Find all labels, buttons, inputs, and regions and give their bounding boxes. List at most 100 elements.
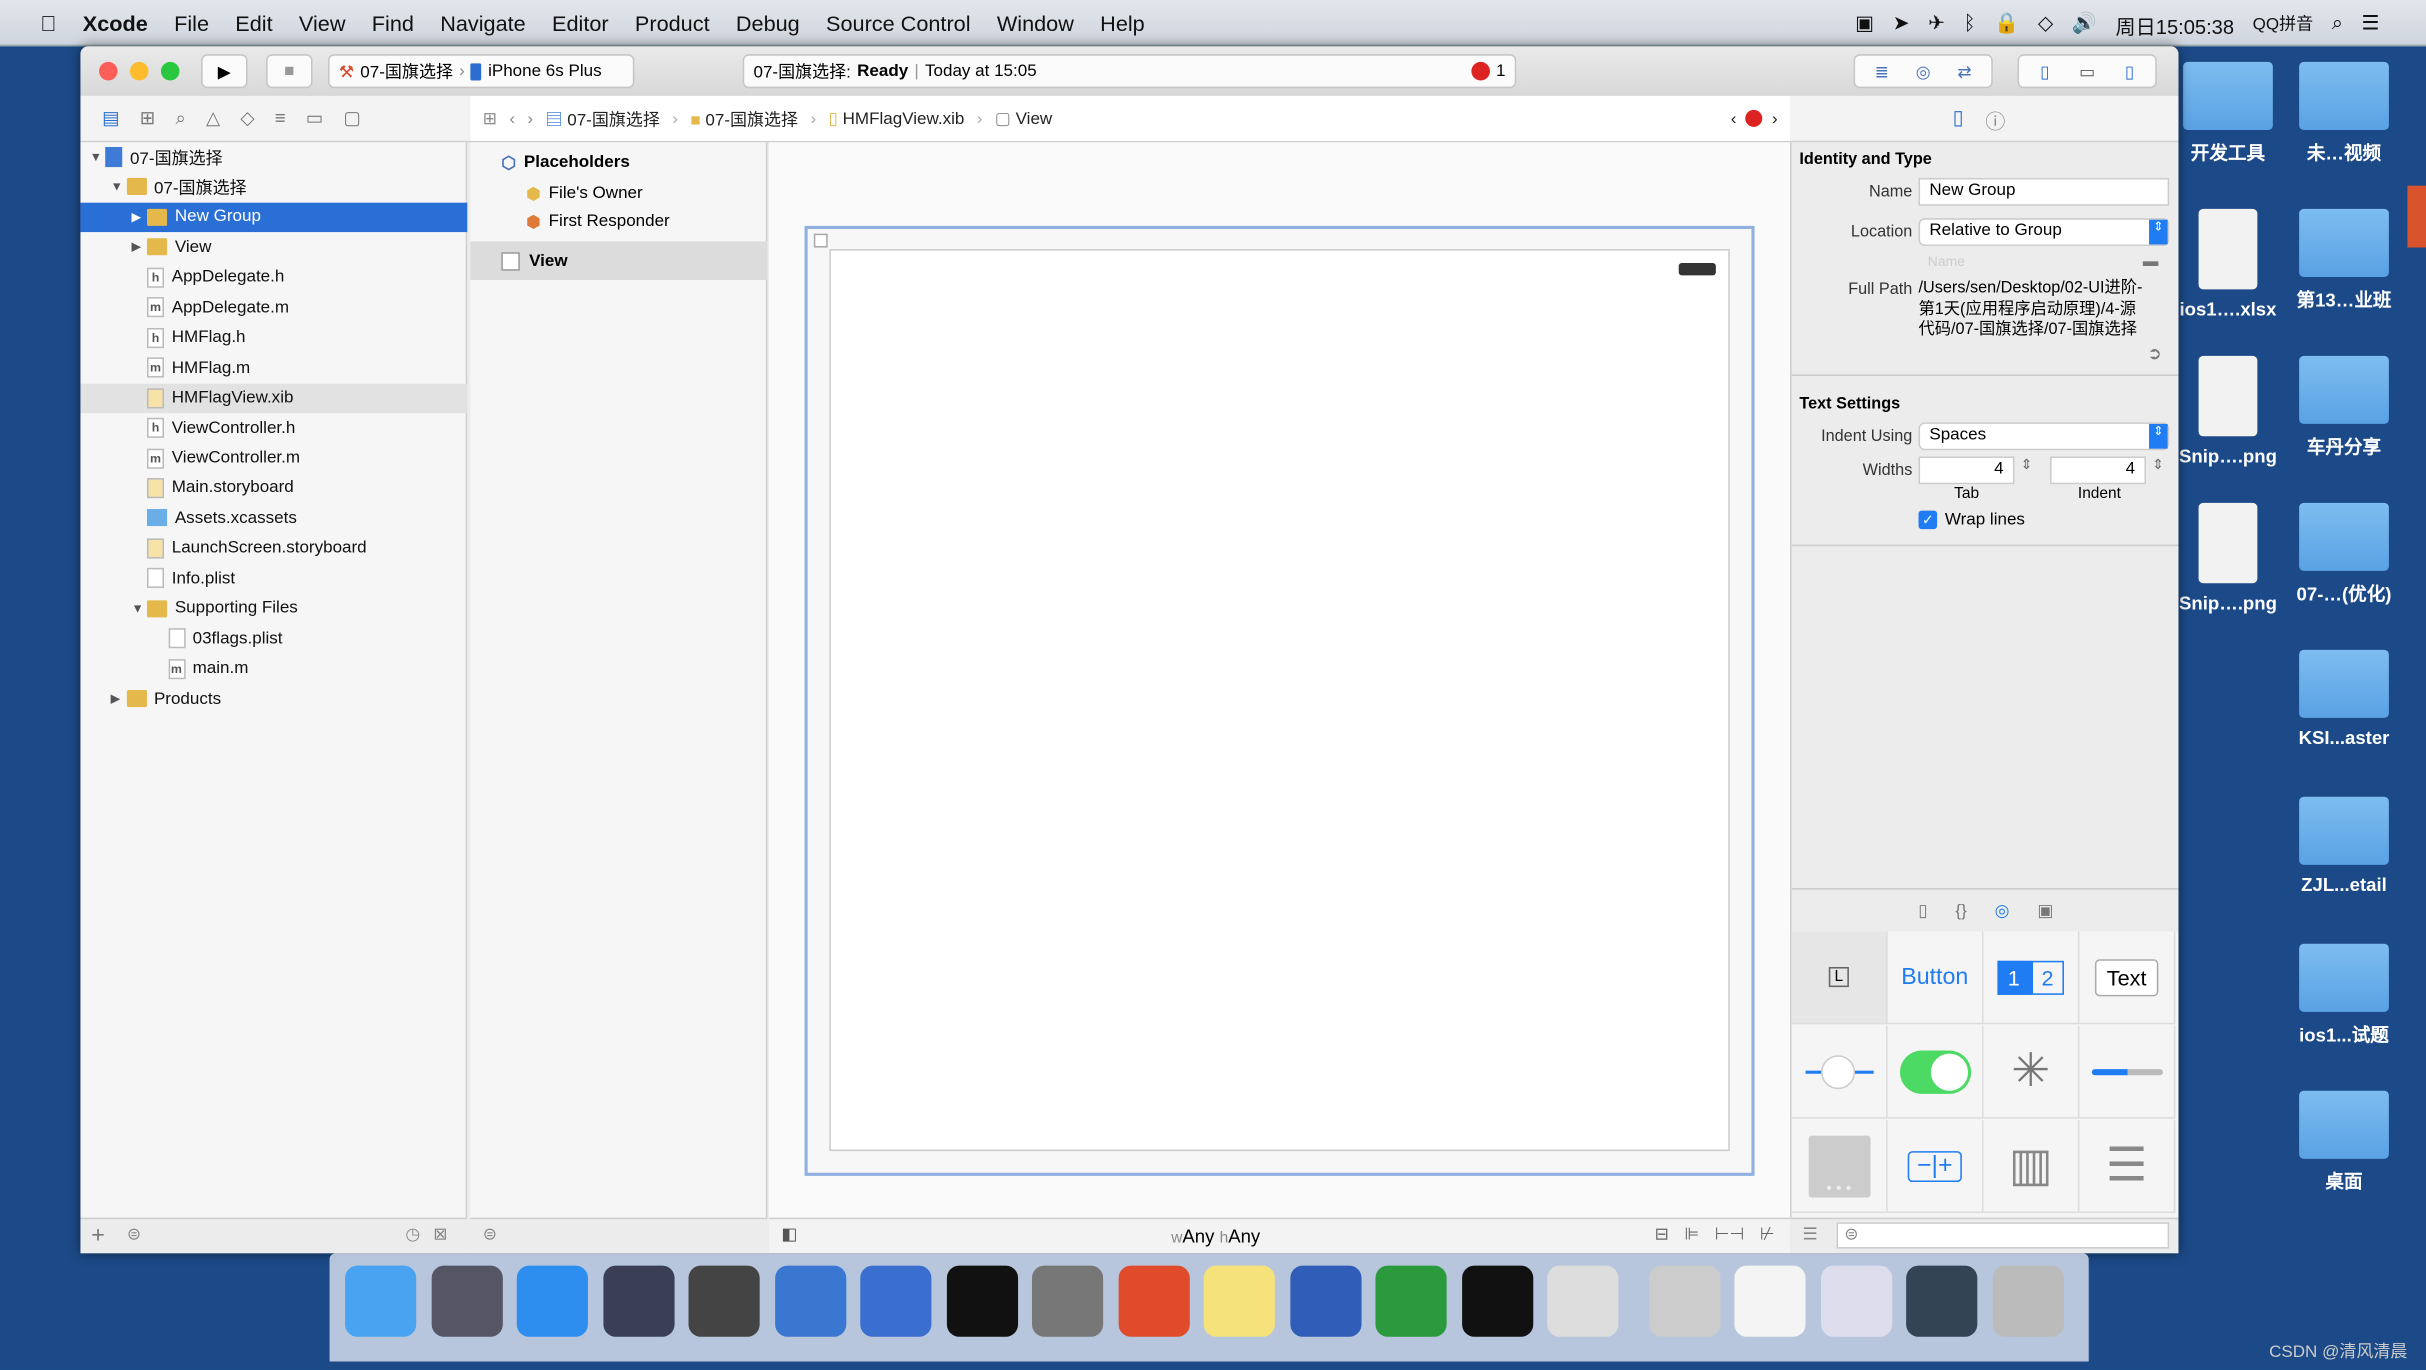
navigator-item[interactable]: 03flags.plist (80, 624, 467, 653)
navigator-item[interactable]: m HMFlag.m (80, 353, 467, 382)
safari-icon[interactable] (516, 1265, 588, 1337)
disclosure-triangle-icon[interactable]: ▶ (132, 240, 147, 254)
view-handle-icon[interactable] (813, 233, 828, 248)
notes-icon[interactable] (1203, 1265, 1275, 1337)
desktop-item[interactable]: Snip….png (2166, 502, 2290, 614)
list-view-icon[interactable]: ☰ (1802, 1224, 1817, 1244)
menu-view[interactable]: View (299, 10, 346, 35)
library-button[interactable]: Button (1887, 931, 1984, 1025)
standard-editor-icon[interactable]: ≣ (1875, 61, 1889, 82)
file-template-library-icon[interactable]: ▯ (1918, 900, 1927, 921)
breakpoint-navigator-icon[interactable]: ▭ (306, 107, 324, 130)
spotlight-icon[interactable]: ⌕ (2332, 11, 2343, 40)
system-preferences-icon[interactable] (1031, 1265, 1104, 1337)
menu-source-control[interactable]: Source Control (826, 10, 970, 35)
library-switch[interactable] (1887, 1025, 1984, 1119)
menu-find[interactable]: Find (372, 10, 414, 35)
align-icon[interactable]: ⊫ (1684, 1224, 1699, 1244)
breadcrumb-group[interactable]: ■ 07-国旗选择 (690, 106, 798, 131)
filter-field[interactable]: ⊜ (127, 1224, 328, 1244)
disclosure-triangle-icon[interactable]: ▼ (90, 150, 105, 164)
mouse-icon[interactable] (602, 1265, 674, 1337)
launchpad-icon[interactable] (430, 1265, 503, 1337)
desktop-item[interactable]: ios1….xlsx (2166, 208, 2290, 320)
airplane-icon[interactable]: ✈ (1928, 11, 1945, 40)
instruments-icon[interactable] (860, 1265, 932, 1337)
terminal-icon[interactable] (946, 1265, 1018, 1337)
library-slider[interactable] (1791, 1025, 1888, 1119)
console-icon[interactable] (1461, 1265, 1533, 1337)
navigator-item[interactable]: Info.plist (80, 564, 467, 593)
tab-width-field[interactable]: 4 (1918, 456, 2015, 485)
navigator-item[interactable]: Assets.xcassets (80, 503, 467, 532)
navigator-item[interactable]: ▼ 07-国旗选择 (80, 172, 467, 201)
xcode-icon[interactable] (774, 1265, 846, 1337)
library-progress-view[interactable] (2079, 1025, 2176, 1119)
issue-badge-icon[interactable] (1745, 109, 1763, 127)
recent-files-icon[interactable]: ◷ (405, 1224, 420, 1244)
desktop-item[interactable]: ZJL...etail (2282, 796, 2406, 896)
assistant-editor-icon[interactable]: ◎ (1916, 61, 1931, 82)
symbol-navigator-icon[interactable]: ⊞ (140, 107, 156, 130)
debug-navigator-icon[interactable]: ≡ (275, 107, 286, 130)
navigator-item[interactable]: ▶ View (80, 233, 467, 262)
preview-icon[interactable] (1547, 1265, 1619, 1337)
error-icon[interactable] (1471, 61, 1490, 81)
outline-placeholders[interactable]: ⬡ Placeholders (501, 153, 630, 173)
desktop-item[interactable]: 07-…(优化) (2282, 502, 2406, 607)
desktop-item[interactable]: 第13…业班 (2282, 208, 2406, 313)
test-navigator-icon[interactable]: ◇ (240, 107, 254, 130)
desktop-item[interactable]: Snip….png (2166, 355, 2290, 467)
notification-center-icon[interactable]: ☰ (2362, 11, 2380, 40)
navigator-item[interactable]: ▶ Products (80, 684, 467, 713)
library-segmented-control[interactable]: 12 (1983, 931, 2080, 1025)
menu-editor[interactable]: Editor (552, 10, 609, 35)
navigator-item[interactable]: HMFlagView.xib (80, 383, 468, 413)
navigator-item[interactable]: h AppDelegate.h (80, 263, 467, 292)
outline-filter-field[interactable]: ⊜ (483, 1224, 497, 1244)
breadcrumb-file[interactable]: ▯ HMFlagView.xib (829, 108, 965, 129)
library-table-view[interactable]: ☰ (2079, 1120, 2176, 1214)
menu-debug[interactable]: Debug (736, 10, 800, 35)
textedit-icon[interactable] (1734, 1265, 1806, 1337)
quick-help-icon[interactable]: ⓘ (1985, 105, 2005, 134)
version-editor-icon[interactable]: ⇄ (1957, 61, 1971, 82)
toggle-utilities-icon[interactable]: ▯ (2125, 61, 2134, 82)
bluetooth-icon[interactable]: ᛒ (1964, 11, 1976, 40)
location-icon[interactable]: ➤ (1893, 11, 1910, 40)
apple-menu-icon[interactable]:  (40, 10, 56, 35)
trash-icon[interactable] (1992, 1265, 2064, 1337)
report-navigator-icon[interactable]: ▢ (343, 107, 361, 130)
outline-files-owner[interactable]: ⬢ File's Owner (526, 184, 643, 204)
indent-using-select[interactable]: Spaces ⇕ (1918, 422, 2170, 451)
error-count[interactable]: 1 (1496, 62, 1505, 81)
name-field[interactable]: New Group (1918, 177, 2170, 206)
screenshot-icon[interactable] (1648, 1265, 1720, 1337)
indent-width-stepper[interactable]: ⇕ (2152, 456, 2164, 473)
clock[interactable]: 周日15:05:38 (2116, 11, 2235, 40)
menu-navigate[interactable]: Navigate (440, 10, 526, 35)
powerpoint-icon[interactable] (1117, 1265, 1190, 1337)
tab-width-stepper[interactable]: ⇕ (2021, 456, 2033, 473)
object-library-icon[interactable]: ◎ (1995, 900, 2010, 921)
library-activity-indicator[interactable]: ✳ (1983, 1025, 2080, 1119)
outline-view[interactable]: View (470, 241, 768, 281)
stop-button[interactable]: ■ (266, 54, 313, 89)
disclosure-triangle-icon[interactable]: ▼ (132, 601, 147, 615)
lock-icon[interactable]: 🔒 (1994, 11, 2019, 40)
related-items-icon[interactable]: ⊞ (483, 108, 497, 129)
embed-in-stack-icon[interactable]: ⊟ (1655, 1224, 1669, 1244)
desktop-item[interactable]: 开发工具 (2166, 61, 2290, 166)
wifi-icon[interactable]: ◇ (2038, 11, 2053, 40)
library-label[interactable]: L (1791, 931, 1888, 1025)
wrap-lines-checkbox[interactable]: ✓ Wrap lines (1918, 510, 2025, 530)
volume-icon[interactable]: 🔊 (2072, 11, 2097, 40)
breadcrumb-view[interactable]: ▢ View (995, 108, 1052, 129)
menu-xcode[interactable]: Xcode (83, 10, 148, 35)
outline-first-responder[interactable]: ⬢ First Responder (526, 212, 670, 232)
next-issue-icon[interactable]: › (1772, 109, 1778, 128)
project-navigator-icon[interactable]: ▤ (102, 107, 120, 130)
reveal-in-finder-icon[interactable]: ➲ (2148, 343, 2162, 364)
minimize-button[interactable] (129, 61, 149, 81)
desktop-item[interactable]: 未…视频 (2282, 61, 2406, 166)
